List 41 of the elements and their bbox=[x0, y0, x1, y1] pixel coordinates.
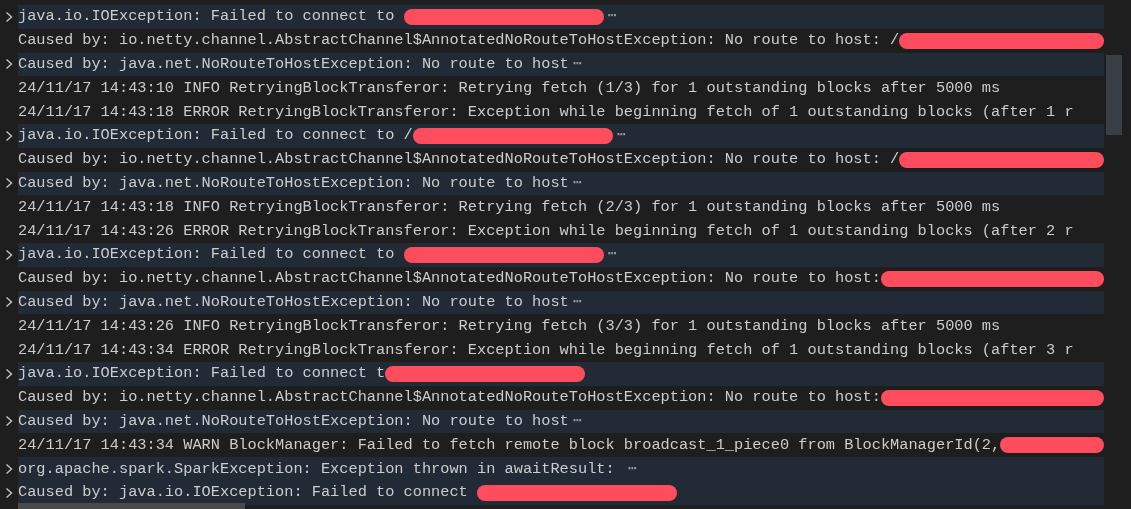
ellipsis[interactable]: ⋯ bbox=[603, 243, 617, 267]
log-line: Caused by: java.net.NoRouteToHostException: No route to host bbox=[18, 173, 569, 194]
ellipsis[interactable]: ⋯ bbox=[623, 457, 638, 481]
chevron-icon[interactable] bbox=[5, 248, 13, 261]
log-line: java.io.IOException: Failed to connect to bbox=[18, 6, 396, 28]
log-line: java.io.IOException: Failed to connect t bbox=[18, 363, 386, 385]
scrollbar-thumb[interactable] bbox=[1106, 55, 1122, 135]
ellipsis[interactable]: ⋯ bbox=[612, 124, 626, 148]
log-line: Caused by: io.netty.channel.AbstractChannel$AnnotatedNoRouteToHostException: No route to host: / bbox=[18, 149, 900, 171]
ellipsis[interactable]: ⋯ bbox=[568, 172, 582, 195]
log-line: 24/11/17 14:43:34 ERROR RetryingBlockTransferor: Exception while beginning fetch of 1 outstanding blocks (after 3 r bbox=[18, 339, 1074, 361]
log-line: 24/11/17 14:43:26 INFO RetryingBlockTransferor: Retrying fetch (3/3) for 1 outstanding blocks after 5000 ms bbox=[18, 315, 1001, 337]
chevron-icon[interactable] bbox=[5, 486, 13, 499]
log-line: org.apache.spark.SparkException: Exception thrown in awaitResult: bbox=[18, 458, 616, 480]
ellipsis[interactable]: ⋯ bbox=[603, 5, 617, 29]
chevron-icon[interactable] bbox=[5, 296, 13, 309]
chevron-icon[interactable] bbox=[5, 10, 13, 23]
log-line: Caused by: java.net.NoRouteToHostException: No route to host bbox=[18, 292, 569, 313]
chevron-icon[interactable] bbox=[5, 367, 13, 380]
chevron-icon[interactable] bbox=[5, 415, 13, 428]
log-line: 24/11/17 14:43:10 INFO RetryingBlockTransferor: Retrying fetch (1/3) for 1 outstanding blocks after 5000 ms bbox=[18, 77, 1001, 99]
log-line: 24/11/17 14:43:18 ERROR RetryingBlockTransferor: Exception while beginning fetch of 1 outstanding blocks (after 1 r bbox=[18, 101, 1074, 123]
chevron-icon[interactable] bbox=[5, 177, 13, 190]
log-line: Caused by: io.netty.channel.AbstractChannel$AnnotatedNoRouteToHostException: No route to host: / bbox=[18, 30, 900, 52]
log-line: Caused by: java.net.NoRouteToHostException: No route to host bbox=[18, 54, 569, 75]
ellipsis[interactable]: ⋯ bbox=[568, 291, 582, 314]
log-line: Caused by: io.netty.channel.AbstractChannel$AnnotatedNoRouteToHostException: No route to host: bbox=[18, 387, 881, 409]
log-line: java.io.IOException: Failed to connect to / bbox=[18, 125, 413, 147]
ellipsis[interactable]: ⋯ bbox=[568, 53, 582, 76]
log-line: 24/11/17 14:43:18 INFO RetryingBlockTransferor: Retrying fetch (2/3) for 1 outstanding blocks after 5000 ms bbox=[18, 196, 1001, 218]
log-line: Caused by: io.netty.channel.AbstractChannel$AnnotatedNoRouteToHostException: No route to host: bbox=[18, 268, 881, 290]
chevron-icon[interactable] bbox=[5, 58, 13, 71]
chevron-icon[interactable] bbox=[5, 129, 13, 142]
log-line: Caused by: java.io.IOException: Failed to connect bbox=[18, 482, 469, 504]
scrollbar-thumb[interactable] bbox=[18, 503, 245, 509]
log-line: 24/11/17 14:43:34 WARN BlockManager: Failed to fetch remote block broadcast_1_piece0 from BlockManagerId(2, bbox=[18, 434, 1001, 456]
log-line: java.io.IOException: Failed to connect to bbox=[18, 244, 396, 266]
log-line: 24/11/17 14:43:26 ERROR RetryingBlockTransferor: Exception while beginning fetch of 1 outstanding blocks (after 2 r bbox=[18, 220, 1074, 242]
ellipsis[interactable]: ⋯ bbox=[568, 409, 582, 433]
chevron-icon[interactable] bbox=[5, 463, 13, 476]
log-line: Caused by: java.net.NoRouteToHostException: No route to host bbox=[18, 410, 569, 432]
